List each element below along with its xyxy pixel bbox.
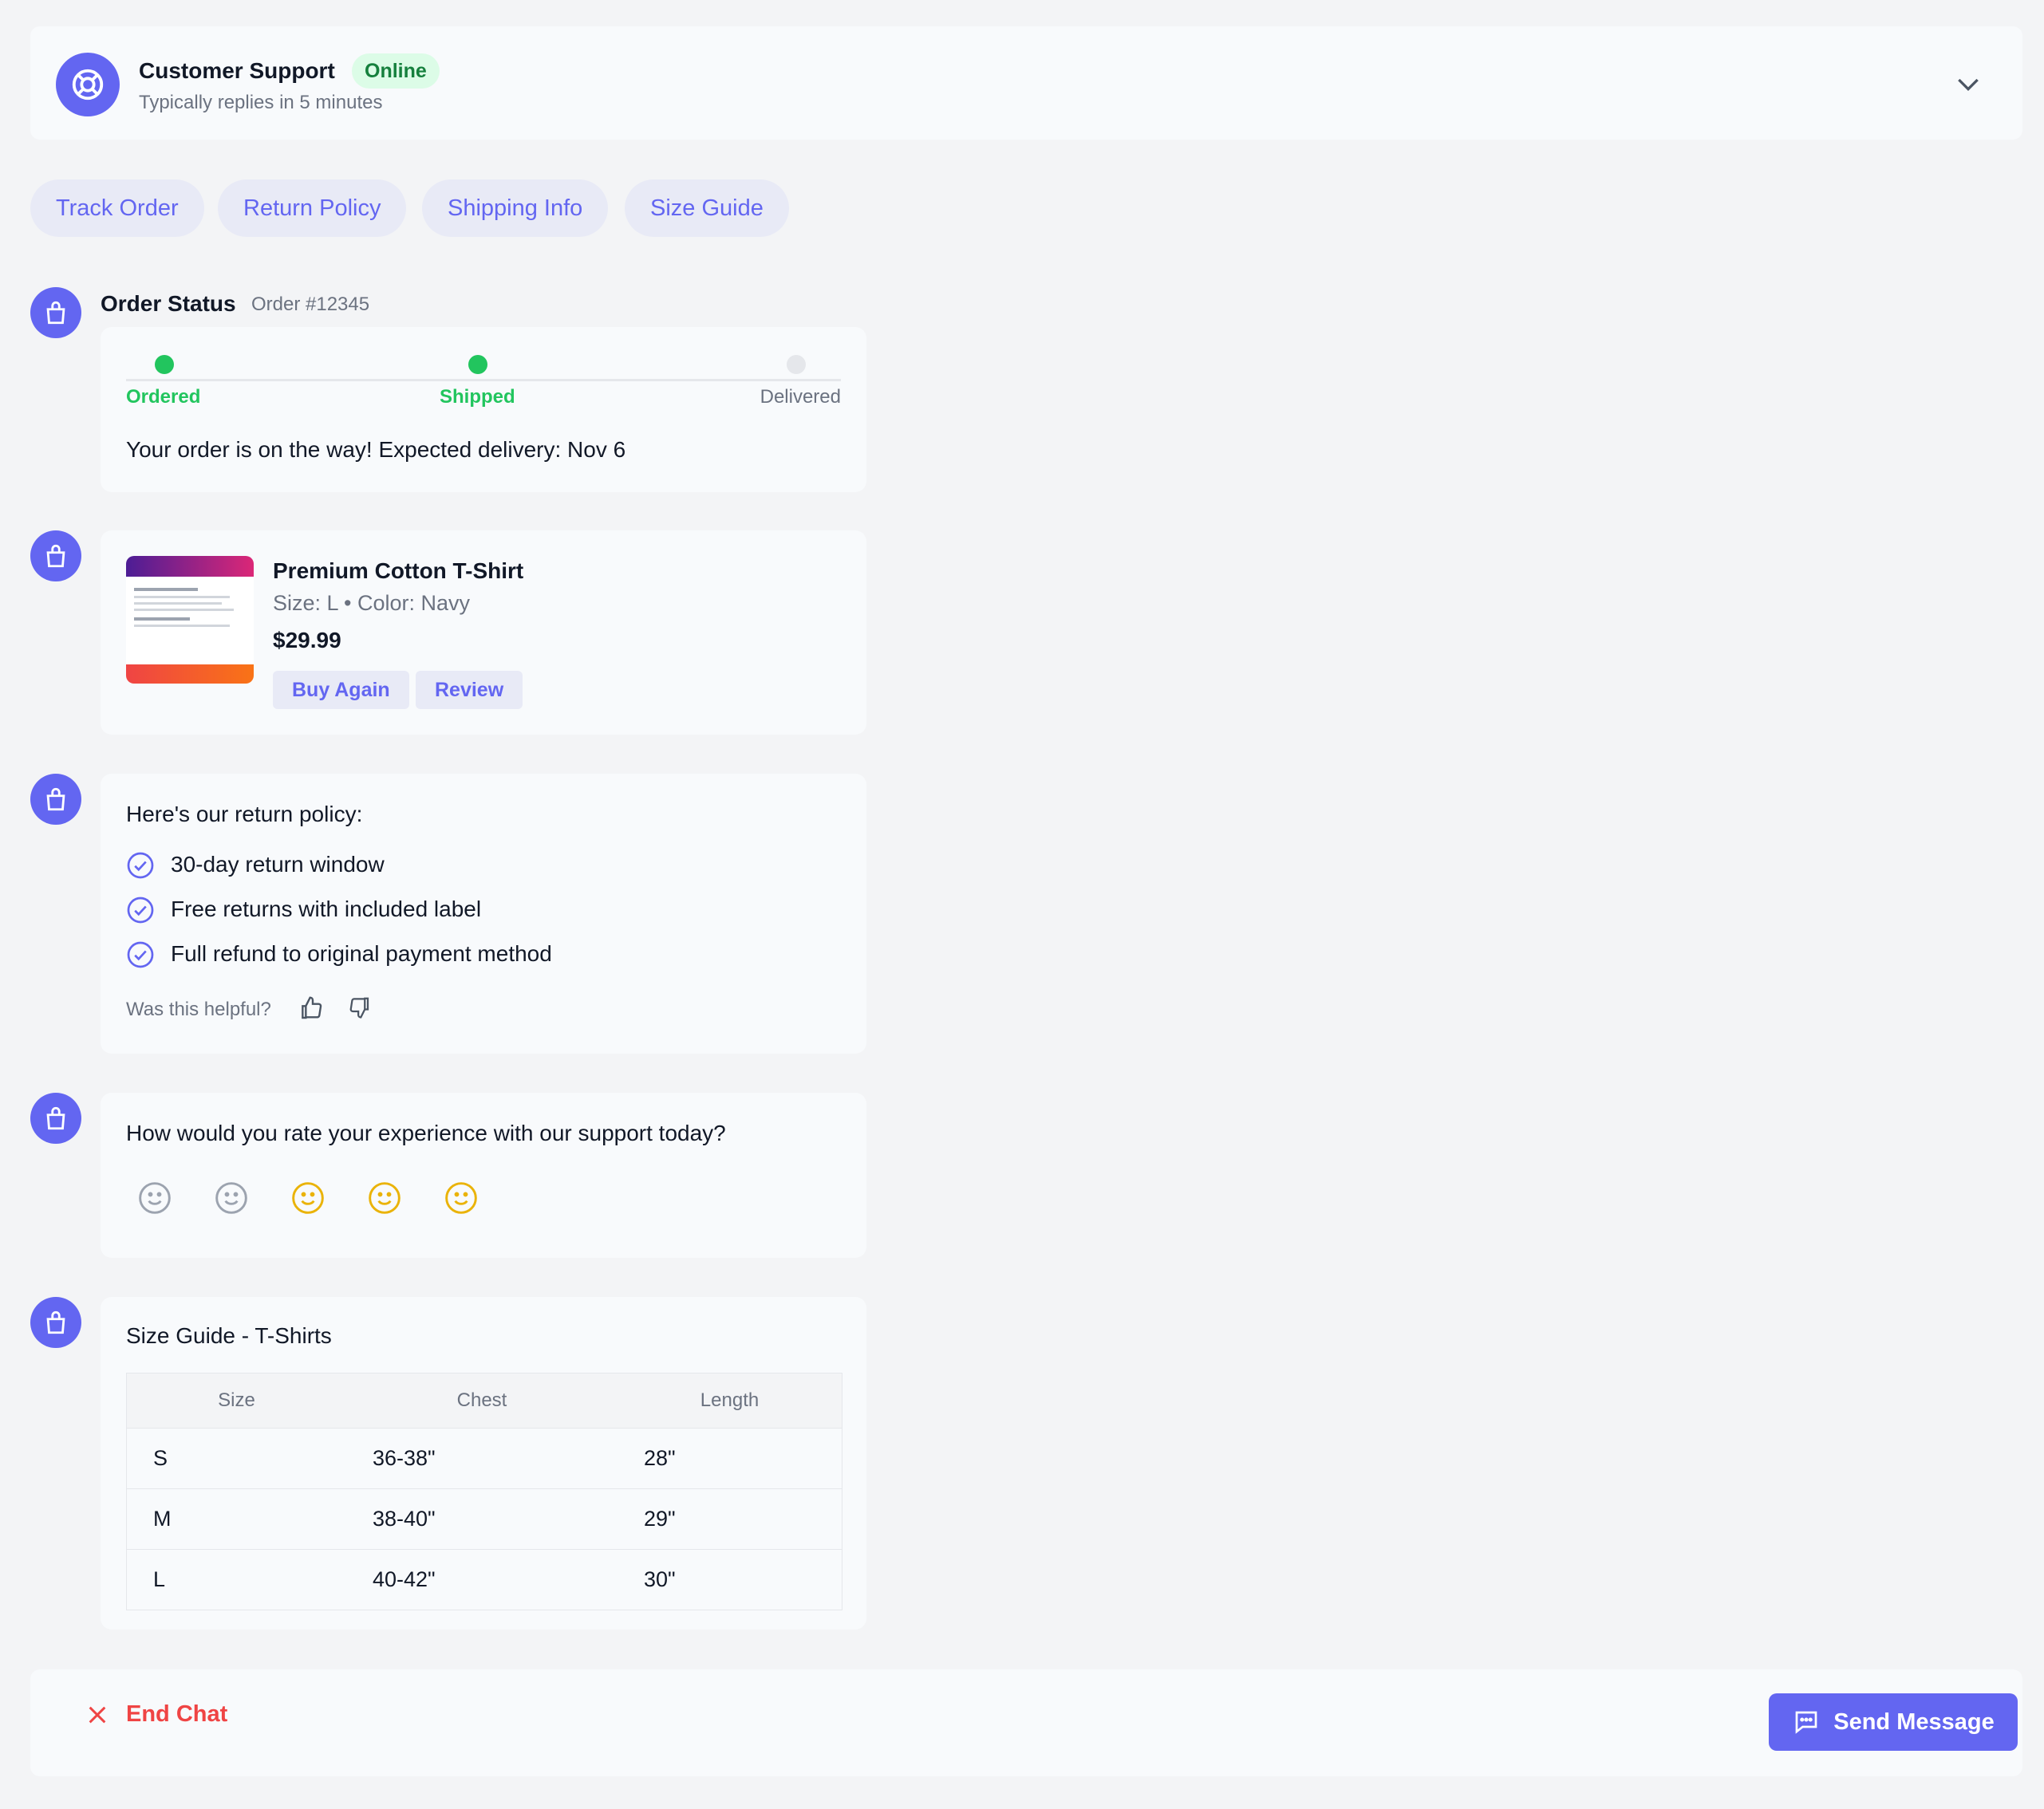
chat-bubble-icon xyxy=(1795,1711,1817,1734)
table-row: S 36-38" 28" xyxy=(127,1428,842,1489)
chat-header: Customer Support Online Typically replie… xyxy=(30,26,2022,140)
rating-card: How would you rate your experience with … xyxy=(101,1093,866,1258)
table-row: M 38-40" 29" xyxy=(127,1488,842,1550)
step-dot-delivered xyxy=(787,355,806,374)
step-label-delivered: Delivered xyxy=(760,386,841,408)
buy-again-button[interactable]: Buy Again xyxy=(273,671,409,709)
size-guide-card: Size Guide - T-Shirts Size Chest Length … xyxy=(101,1297,866,1630)
order-number: Order #12345 xyxy=(251,294,370,315)
send-message-label: Send Message xyxy=(1833,1708,1995,1735)
chevron-down-icon[interactable] xyxy=(1952,68,1984,100)
quick-reply-shipping-info[interactable]: Shipping Info xyxy=(422,179,609,237)
shopping-bag-icon xyxy=(46,1106,65,1130)
column-header: Chest xyxy=(346,1374,618,1429)
shopping-bag-icon xyxy=(46,787,65,811)
order-status-title: Order Status xyxy=(101,291,236,316)
step-label-shipped: Shipped xyxy=(440,386,515,408)
bot-avatar xyxy=(30,530,81,581)
reply-time: Typically replies in 5 minutes xyxy=(139,92,383,113)
end-chat-button[interactable]: End Chat xyxy=(85,1701,227,1728)
chest-cell: 40-42" xyxy=(346,1549,618,1610)
return-policy-card: Here's our return policy: 30-day return … xyxy=(101,774,866,1054)
step-label-ordered: Ordered xyxy=(126,386,201,408)
helpful-prompt: Was this helpful? xyxy=(126,999,271,1020)
review-button[interactable]: Review xyxy=(416,671,523,709)
quick-reply-size-guide[interactable]: Size Guide xyxy=(625,179,789,237)
policy-item: Free returns with included label xyxy=(171,897,482,921)
close-icon xyxy=(89,1706,106,1723)
product-name: Premium Cotton T-Shirt xyxy=(273,558,524,583)
product-price: $29.99 xyxy=(273,628,341,652)
product-details: Size: L • Color: Navy xyxy=(273,591,471,615)
support-avatar xyxy=(56,53,120,116)
chat-title: Customer Support xyxy=(139,58,335,83)
quick-reply-track-order[interactable]: Track Order xyxy=(30,179,204,237)
policy-item: Full refund to original payment method xyxy=(171,941,552,966)
check-circle-icon xyxy=(127,941,154,968)
shopping-bag-icon xyxy=(46,1310,65,1334)
quick-reply-return-policy[interactable]: Return Policy xyxy=(218,179,407,237)
step-dot-shipped xyxy=(468,355,487,374)
bot-avatar xyxy=(30,1297,81,1348)
chat-footer: End Chat Send Message xyxy=(30,1669,2022,1776)
smiley-icon[interactable] xyxy=(137,1180,172,1216)
return-policy-intro: Here's our return policy: xyxy=(126,802,363,826)
policy-item: 30-day return window xyxy=(171,852,385,877)
chest-cell: 38-40" xyxy=(346,1488,618,1550)
product-image[interactable] xyxy=(126,556,254,684)
length-cell: 29" xyxy=(618,1488,842,1550)
bot-avatar xyxy=(30,774,81,825)
progress-track xyxy=(126,379,841,381)
end-chat-label: End Chat xyxy=(126,1701,228,1727)
table-row: L 40-42" 30" xyxy=(127,1549,842,1610)
size-cell: S xyxy=(127,1428,346,1489)
status-badge: Online xyxy=(352,53,440,89)
smiley-icon[interactable] xyxy=(444,1180,479,1216)
shopping-bag-icon xyxy=(46,301,65,325)
rating-question: How would you rate your experience with … xyxy=(126,1121,726,1145)
shopping-bag-icon xyxy=(46,544,65,568)
size-guide-title: Size Guide - T-Shirts xyxy=(126,1323,332,1348)
check-circle-icon xyxy=(127,897,154,924)
send-message-button[interactable]: Send Message xyxy=(1769,1693,2018,1751)
smiley-icon[interactable] xyxy=(367,1180,402,1216)
size-cell: M xyxy=(127,1488,346,1550)
thumbs-up-icon[interactable] xyxy=(298,995,324,1021)
check-circle-icon xyxy=(127,852,154,879)
column-header: Size xyxy=(127,1374,346,1429)
size-guide-table: Size Chest Length S 36-38" 28" M 38-40" … xyxy=(126,1373,842,1610)
smiley-icon[interactable] xyxy=(214,1180,249,1216)
order-message: Your order is on the way! Expected deliv… xyxy=(126,437,626,462)
order-status-card: Ordered Shipped Delivered Your order is … xyxy=(101,327,866,492)
length-cell: 28" xyxy=(618,1428,842,1489)
smiley-icon[interactable] xyxy=(290,1180,326,1216)
column-header: Length xyxy=(618,1374,842,1429)
product-card: Premium Cotton T-Shirt Size: L • Color: … xyxy=(101,530,866,735)
length-cell: 30" xyxy=(618,1549,842,1610)
size-cell: L xyxy=(127,1549,346,1610)
lifebuoy-icon xyxy=(72,69,104,100)
bot-avatar xyxy=(30,1093,81,1144)
thumbs-down-icon[interactable] xyxy=(348,995,372,1019)
step-dot-ordered xyxy=(155,355,174,374)
bot-avatar xyxy=(30,287,81,338)
chest-cell: 36-38" xyxy=(346,1428,618,1489)
